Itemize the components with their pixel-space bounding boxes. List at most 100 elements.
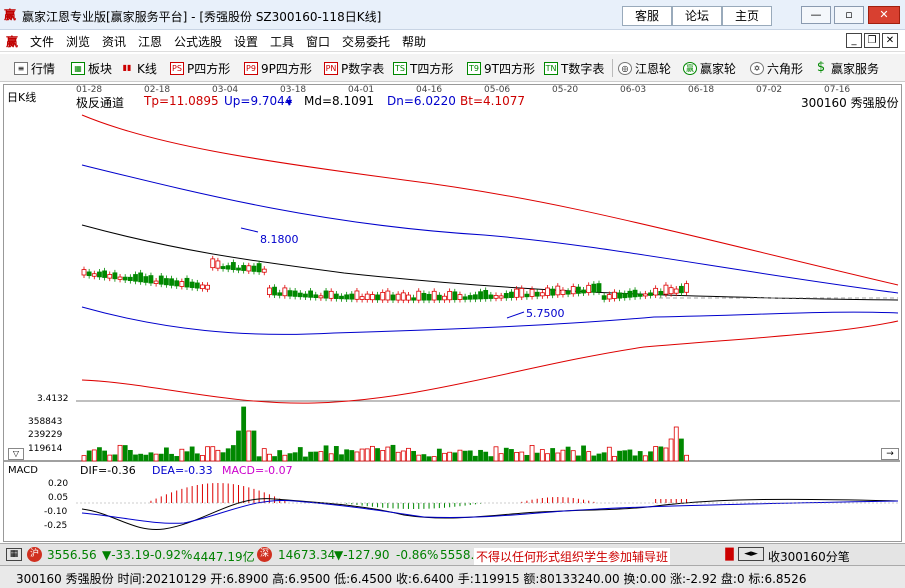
volume-bar (246, 430, 252, 462)
keyboard-icon[interactable]: ▦ (6, 548, 22, 561)
toolbar-9t-square-button[interactable]: T9 9T四方形 (467, 60, 535, 77)
volume-bar (514, 452, 520, 462)
tick-data-label[interactable]: 收300160分笔 (768, 548, 850, 565)
toolbar-winner-wheel-button[interactable]: 赢赢家轮 (683, 60, 736, 77)
maximize-button[interactable]: ▫ (834, 6, 864, 24)
volume-bar (97, 447, 102, 462)
candle-body (529, 289, 535, 297)
volume-bar (205, 446, 211, 462)
menu-trade[interactable]: 交易委托 (342, 33, 390, 50)
minimize-button[interactable]: — (801, 6, 831, 24)
volume-bar (86, 450, 92, 462)
customer-service-link[interactable]: 客服 (622, 6, 672, 26)
toolbar-p-square-button[interactable]: PS P四方形 (170, 60, 230, 77)
candle-body (632, 289, 638, 298)
menu-tools[interactable]: 工具 (270, 33, 294, 50)
volume-bar (596, 453, 602, 462)
volume-bar (606, 446, 612, 462)
macd-bar-group (150, 483, 688, 509)
shenzhen-index-icon: 深 (257, 547, 272, 562)
volume-bar (601, 452, 607, 462)
toolbar-service-button[interactable]: $ 赢家服务 (814, 60, 879, 77)
menu-window[interactable]: 窗口 (306, 33, 330, 50)
toolbar-t-table-button[interactable]: TN T数字表 (544, 60, 604, 77)
toolbar-hexagon-button[interactable]: ✡ 六角形 (750, 60, 803, 77)
volume-bar (509, 449, 514, 462)
candle-body (519, 288, 525, 298)
p9-square-icon: P9 (244, 62, 258, 75)
menu-settings[interactable]: 设置 (234, 33, 258, 50)
menu-browse[interactable]: 浏览 (66, 33, 90, 50)
toolbar-kline-button[interactable]: ▮▮ K线 (120, 60, 157, 77)
volume-bar (143, 454, 149, 462)
dea-line (81, 499, 899, 524)
volume-bar (642, 455, 648, 462)
toolbar-sector-button[interactable]: ▦ 板块 (71, 60, 112, 77)
menu-logo-icon: 赢 (6, 35, 19, 49)
scroll-right-button[interactable]: → (881, 448, 899, 460)
candle-body (112, 272, 118, 280)
candle-body (189, 281, 195, 288)
homepage-link[interactable]: 主页 (722, 6, 772, 26)
high-marker-line (240, 227, 259, 233)
macd-dea: DEA=-0.33 (152, 464, 213, 477)
candle-body (581, 289, 586, 294)
volume-bar (581, 445, 586, 462)
mdi-restore-button[interactable]: ❐ (864, 33, 880, 48)
candle-body (220, 266, 226, 270)
candle-body (127, 276, 133, 281)
volume-bar (395, 451, 401, 462)
mdi-close-button[interactable]: ✕ (882, 33, 898, 48)
candle-body (576, 286, 581, 294)
toolbar-p-table-button[interactable]: PN P数字表 (324, 60, 384, 77)
candle-body (488, 294, 494, 299)
candle-body (539, 292, 545, 297)
volume-bar (576, 455, 581, 462)
volume-bar (169, 453, 174, 462)
candle-body (596, 283, 602, 293)
volume-bar (272, 456, 277, 462)
candle-body (663, 284, 669, 295)
toolbar-t-square-button[interactable]: TS T四方形 (393, 60, 453, 77)
volume-bar (673, 426, 679, 462)
scroll-arrows-icon[interactable]: ◄► (738, 547, 764, 561)
toolbar-quotes-button[interactable]: ≡ 行情 (14, 60, 55, 77)
toolbar-9p-square-button[interactable]: P9 9P四方形 (244, 60, 312, 77)
candle-body (313, 294, 319, 298)
candle-body (514, 288, 520, 298)
notice-ticker[interactable]: 不得以任何形式组织学生参加辅导班 (474, 548, 671, 565)
volume-bar (679, 438, 684, 462)
alert-icon[interactable]: ▐▌ (721, 548, 738, 561)
sz-index-value: 14673.34 (278, 548, 336, 562)
candle-body (375, 294, 380, 301)
menu-news[interactable]: 资讯 (102, 33, 126, 50)
forum-link[interactable]: 论坛 (672, 6, 722, 26)
mdi-minimize-button[interactable]: _ (846, 33, 862, 48)
menu-formula-pick[interactable]: 公式选股 (174, 33, 222, 50)
candle-body (163, 278, 169, 286)
menu-gann[interactable]: 江恩 (138, 33, 162, 50)
volume-bar (462, 450, 468, 462)
candle-body (117, 276, 123, 280)
candle-body (390, 294, 396, 301)
p-square-icon: PS (170, 62, 184, 75)
volume-bar (617, 450, 622, 462)
toolbar-gann-wheel-button[interactable]: ◎ 江恩轮 (618, 60, 671, 77)
candle-body (601, 295, 607, 300)
low-marker-line (506, 311, 525, 319)
bar-detail-text: 300160 秀强股份 时间:20210129 开:6.8900 高:6.950… (16, 572, 807, 586)
close-button[interactable]: ✕ (868, 6, 900, 24)
chart-window[interactable]: 01-28 02-18 03-04 03-18 04-01 04-16 05-06 05-20… (3, 84, 902, 542)
menu-bar: 赢 文件 浏览 资讯 江恩 公式选股 设置 工具 窗口 交易委托 帮助 _ ❐ … (0, 30, 905, 52)
menu-file[interactable]: 文件 (30, 33, 54, 50)
candle-body (272, 286, 277, 296)
volume-bar (442, 452, 447, 462)
candle-body (524, 293, 530, 298)
candle-body (483, 290, 489, 300)
volume-bar (308, 451, 314, 462)
menu-help[interactable]: 帮助 (402, 33, 426, 50)
volume-bar (493, 446, 499, 462)
candle-body (503, 293, 509, 299)
volume-bar (400, 450, 406, 462)
volume-bar (313, 451, 319, 462)
